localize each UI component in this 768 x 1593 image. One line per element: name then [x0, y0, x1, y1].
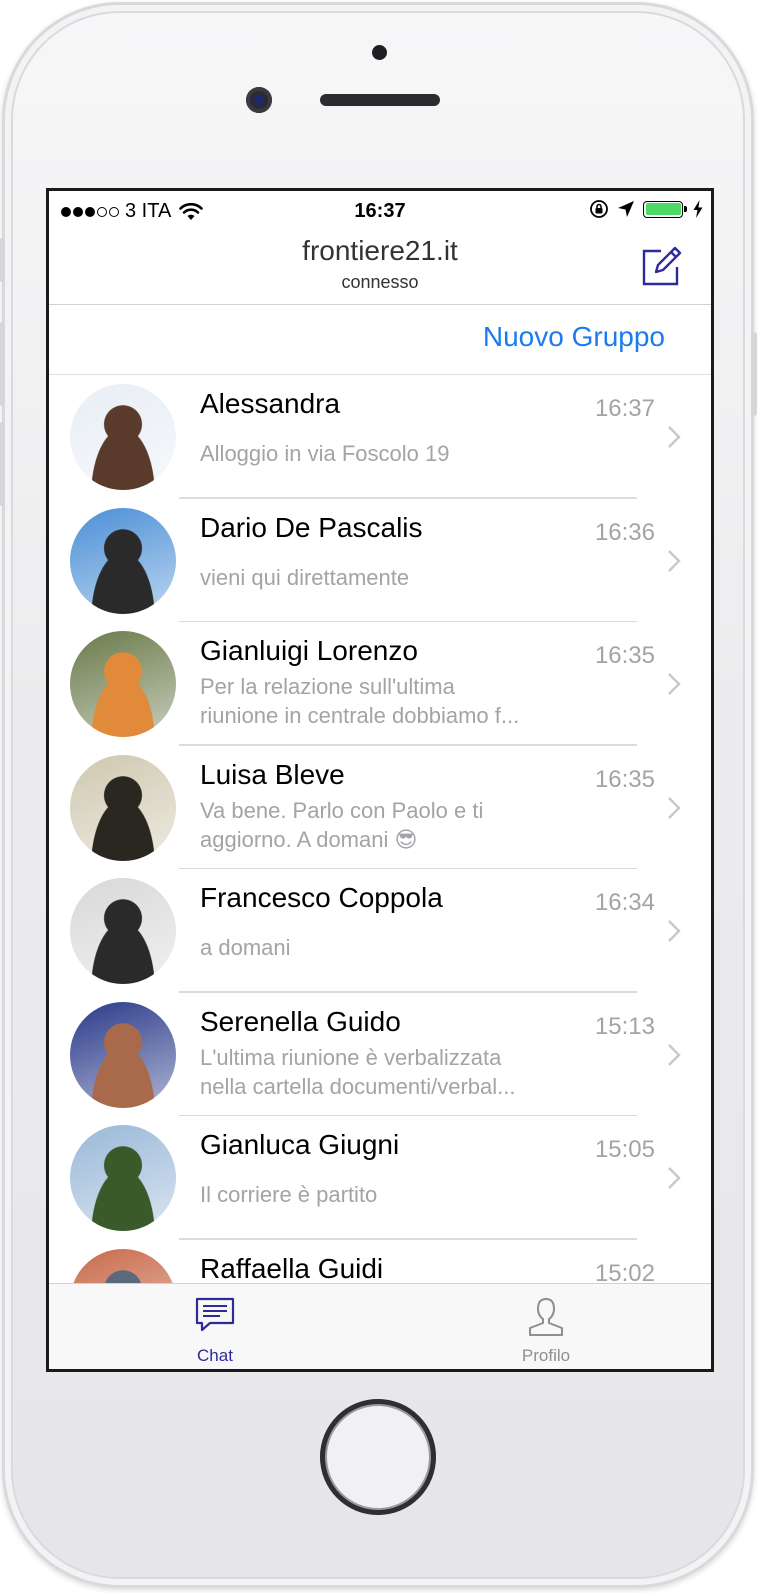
message-time: 15:02 — [594, 1259, 655, 1284]
chevron-right-icon — [668, 920, 681, 942]
chat-list-item[interactable]: Gianluigi Lorenzo 16:35 Per la relazione s… — [49, 622, 711, 746]
connection-status: connesso — [341, 272, 419, 292]
message-time: 16:37 — [594, 395, 655, 422]
chat-list-item[interactable]: Gianluca Giugni 15:05 Il corriere è partit… — [49, 1116, 711, 1240]
message-preview-line: Va bene. Parlo con Paolo e ti — [200, 797, 484, 823]
page-title: frontiere21.it — [302, 235, 458, 266]
tab-chat[interactable]: Chat — [145, 1284, 285, 1369]
message-preview: Va bene. Parlo con Paolo e ti aggiorno. A… — [200, 796, 600, 854]
chat-list-item[interactable]: Luisa Bleve 16:35 Va bene. Parlo con Paolo… — [49, 746, 711, 869]
contact-name: Dario De Pascalis — [200, 511, 423, 543]
message-preview-line: riunione in centrale dobbiamo f... — [200, 703, 520, 728]
contact-name: Alessandra — [200, 388, 341, 419]
chat-bubble-icon — [195, 1297, 235, 1332]
chevron-right-icon — [668, 426, 681, 448]
chat-list-item[interactable]: Raffaella Guidi 15:02 — [49, 1240, 711, 1284]
contact-avatar — [70, 507, 176, 614]
contact-name: Gianluca Giugni — [200, 1129, 400, 1160]
tab-bar: Chat Profilo — [49, 1283, 711, 1369]
message-time: 15:05 — [594, 1136, 655, 1163]
message-preview: vieni qui direttamente — [200, 563, 600, 592]
contact-name: Raffaella Guidi — [200, 1252, 384, 1284]
contact-name: Francesco Coppola — [200, 882, 443, 913]
app-screen: 3 ITA 16:37 frontiere21.it connesso Nuov… — [46, 188, 714, 1372]
volume-down-button — [0, 422, 5, 506]
navigation-bar: frontiere21.it connesso — [49, 231, 711, 305]
front-camera — [246, 87, 272, 113]
tab-profilo[interactable]: Profilo — [476, 1284, 616, 1369]
home-button[interactable] — [320, 1399, 436, 1515]
message-preview-line: Il corriere è partito — [200, 1182, 378, 1207]
message-preview-line: L'ultima riunione è verbalizzata — [200, 1044, 502, 1070]
phone-frame: 3 ITA 16:37 frontiere21.it connesso Nuov… — [0, 2, 757, 1588]
chevron-right-icon — [668, 549, 681, 572]
message-preview-line: Per la relazione sull'ultima — [200, 674, 455, 699]
tab-chat-label: Chat — [197, 1346, 233, 1365]
earpiece-speaker — [320, 94, 440, 106]
contact-name: Serenella Guido — [200, 1005, 401, 1037]
message-time: 15:13 — [594, 1012, 655, 1040]
message-preview: a domani — [200, 933, 600, 962]
person-icon — [529, 1298, 563, 1336]
status-bar: 3 ITA 16:37 — [49, 191, 711, 231]
message-time: 16:35 — [594, 642, 655, 669]
tab-profilo-label: Profilo — [521, 1346, 571, 1365]
chevron-right-icon — [668, 1043, 681, 1066]
message-preview: L'ultima riunione è verbalizzata nella ca… — [200, 1043, 600, 1101]
chat-list-item[interactable]: Serenella Guido 15:13 L'ultima riunione è … — [49, 993, 711, 1116]
message-preview: Il corriere è partito — [200, 1180, 600, 1209]
contact-avatar — [70, 631, 176, 737]
chevron-right-icon — [668, 1167, 681, 1189]
message-preview: Per la relazione sull'ultima riunione in … — [200, 672, 600, 730]
contact-avatar — [70, 1001, 176, 1108]
message-preview: Alloggio in via Foscolo 19 — [200, 439, 600, 468]
message-time: 16:36 — [594, 518, 655, 546]
message-time: 16:35 — [594, 765, 655, 793]
message-preview-line: a domani — [200, 935, 291, 960]
mute-switch — [0, 238, 5, 282]
contact-name: Gianluigi Lorenzo — [200, 635, 418, 666]
battery-icon — [643, 200, 687, 218]
new-group-bar: Nuovo Gruppo — [49, 305, 711, 375]
contact-avatar — [70, 878, 176, 984]
contact-name: Luisa Bleve — [200, 758, 345, 790]
chevron-right-icon — [668, 796, 681, 819]
message-preview-line: vieni qui direttamente — [200, 564, 410, 590]
volume-up-button — [0, 322, 5, 406]
contact-avatar — [70, 754, 176, 861]
charging-bolt-icon — [693, 200, 703, 218]
contact-avatar — [70, 1248, 176, 1283]
chat-list-item[interactable]: Alessandra 16:37 Alloggio in via Foscolo 1… — [49, 375, 711, 499]
message-preview-line: Alloggio in via Foscolo 19 — [200, 441, 450, 466]
orientation-lock-icon — [590, 200, 608, 218]
message-preview-line: nella cartella documenti/verbal... — [200, 1073, 516, 1099]
conversation-list[interactable]: Alessandra 16:37 Alloggio in via Foscolo 1… — [49, 375, 711, 1283]
proximity-sensor — [372, 45, 387, 60]
chevron-right-icon — [668, 673, 681, 695]
new-group-button[interactable]: Nuovo Gruppo — [483, 321, 665, 353]
power-button — [751, 332, 757, 416]
chat-list-item[interactable]: Dario De Pascalis 16:36 vieni qui direttam… — [49, 499, 711, 622]
contact-avatar — [70, 1125, 176, 1231]
chat-list-item[interactable]: Francesco Coppola 16:34 a domani — [49, 869, 711, 993]
contact-avatar — [70, 384, 176, 490]
location-arrow-icon — [618, 201, 634, 217]
message-preview-line: aggiorno. A domani 😎 — [200, 826, 418, 852]
message-time: 16:34 — [594, 889, 655, 916]
compose-icon[interactable] — [639, 245, 683, 289]
